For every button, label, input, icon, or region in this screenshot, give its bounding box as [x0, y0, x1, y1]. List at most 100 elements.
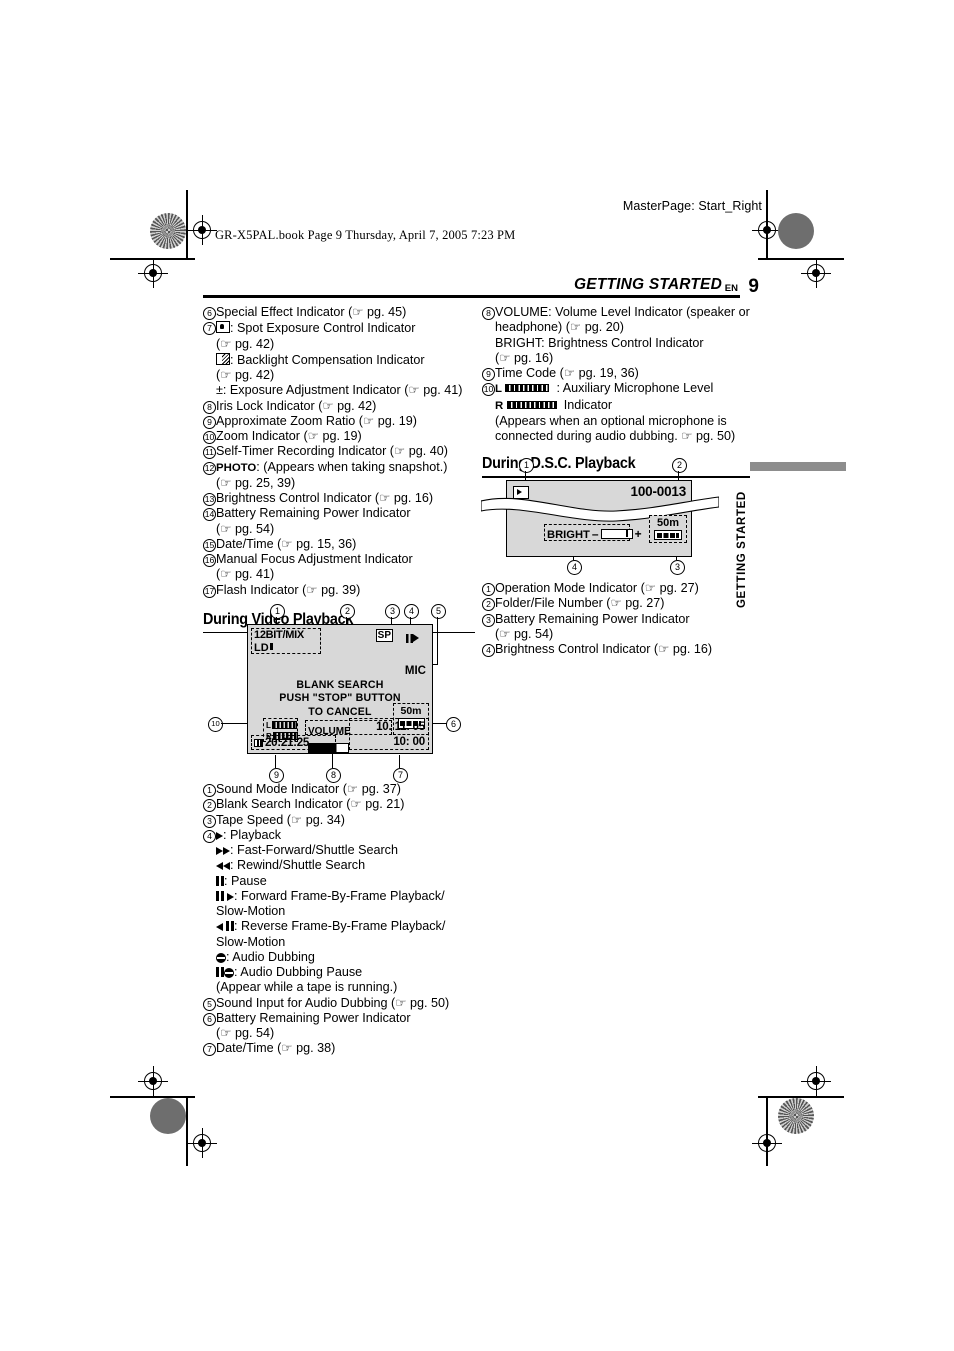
item-text: (☞ pg. 41) — [216, 567, 275, 582]
item-text: L : Auxiliary Microphone Level — [495, 381, 714, 396]
battery-remaining-icon — [654, 530, 682, 540]
indicator-list-continued: 6 Special Effect Indicator (☞ pg. 45) 7: … — [203, 305, 475, 598]
callout-1: 1 — [270, 604, 285, 619]
sound-mode-label: 12BIT/MIX — [254, 629, 304, 641]
item-number: 14 — [203, 508, 216, 522]
color-patch-top-right — [778, 213, 814, 249]
list-item: (☞ pg. 42) — [203, 337, 475, 352]
item-number: 11 — [203, 444, 216, 460]
callout-line — [431, 723, 447, 725]
page-title: GETTING STARTED — [574, 276, 722, 293]
callout-6: 6 — [446, 717, 461, 732]
list-item: 10 L : Auxiliary Microphone Level — [482, 381, 750, 397]
mic-level-icon — [505, 384, 550, 393]
rewind-icon — [223, 862, 230, 871]
item-text: Flash Indicator (☞ pg. 39) — [216, 582, 361, 597]
list-item: (☞ pg. 54) — [203, 522, 475, 537]
callout-line — [399, 755, 401, 768]
item-text: : Fast-Forward/Shuttle Search — [216, 843, 475, 858]
item-text: : Spot Exposure Control Indicator — [216, 320, 475, 336]
list-item: : Rewind/Shuttle Search — [203, 858, 475, 873]
list-item: Slow-Motion — [203, 935, 475, 950]
item-text: Self-Timer Recording Indicator (☞ pg. 40… — [216, 444, 449, 459]
time-code-indicator: 20:21:25 — [251, 735, 336, 750]
list-item: 3 Battery Remaining Power Indicator — [482, 612, 750, 627]
item-number: 17 — [203, 584, 216, 598]
list-item: : Fast-Forward/Shuttle Search — [203, 843, 475, 858]
en-label: EN — [724, 283, 738, 294]
list-item: 16 Manual Focus Adjustment Indicator — [203, 552, 475, 567]
dsc-playback-figure: 1 2 3 4 100-0013 BRIGHT – + 50m — [481, 458, 750, 575]
page-number: 9 — [748, 276, 759, 297]
masterpage-label: MasterPage: Start_Right — [622, 199, 762, 213]
mic-indicator: MIC — [404, 665, 426, 677]
list-item: ±: Exposure Adjustment Indicator (☞ pg. … — [203, 383, 475, 398]
callout-9: 9 — [269, 768, 284, 783]
list-item: R Indicator — [482, 398, 750, 414]
list-item: 3 Tape Speed (☞ pg. 34) — [203, 813, 475, 828]
list-item: 6 Battery Remaining Power Indicator — [203, 1011, 475, 1026]
list-item: headphone) (☞ pg. 20) — [482, 320, 750, 335]
video-playback-list: 1 Sound Mode Indicator (☞ pg. 37) 2 Blank … — [203, 782, 475, 1057]
callout-2: 2 — [340, 604, 355, 619]
pause-icon — [226, 921, 234, 932]
date-label: 10. 11. 05 — [376, 720, 425, 733]
item-text: : Reverse Frame-By-Frame Playback/ — [216, 919, 475, 934]
list-item: : Forward Frame-By-Frame Playback/ — [203, 889, 475, 904]
callout-2: 2 — [672, 458, 687, 473]
bright-label: BRIGHT — [547, 529, 590, 541]
color-patch-bottom-right — [778, 1098, 814, 1134]
crop-line-bottom-right — [758, 1096, 844, 1098]
callout-4: 4 — [404, 604, 419, 619]
item-text: ±: Exposure Adjustment Indicator (☞ pg. … — [216, 383, 463, 398]
left-column: 6 Special Effect Indicator (☞ pg. 45) 7: … — [203, 305, 475, 634]
side-tab-bar — [750, 462, 846, 471]
item-text: : Audio Dubbing Pause — [216, 965, 475, 980]
item-number: 7 — [203, 1041, 216, 1057]
item-text: : Rewind/Shuttle Search — [216, 858, 475, 873]
dsc-lcd-screen: 100-0013 BRIGHT – + 50m — [481, 480, 719, 557]
item-text: BRIGHT: Brightness Control Indicator — [495, 335, 704, 350]
callout-3: 3 — [385, 604, 400, 619]
audio-dub-icon — [224, 968, 234, 978]
video-playback-figure: 1 2 3 4 5 6 7 8 9 10 12BIT/MIX LD SP MIC… — [203, 604, 475, 784]
registration-mark-right-upper — [801, 258, 831, 288]
audio-dub-icon — [216, 952, 226, 963]
header-rule — [203, 295, 740, 298]
list-item: (☞ pg. 25, 39) — [203, 476, 475, 491]
item-text: Slow-Motion — [216, 904, 286, 918]
plus-sign: + — [634, 527, 642, 541]
callout-7: 7 — [393, 768, 408, 783]
item-text: (☞ pg. 54) — [495, 626, 554, 641]
registration-mark-right-lower — [801, 1066, 831, 1096]
item-text: PHOTO: (Appears when taking snapshot.) — [216, 459, 448, 474]
sound-mode-indicator-box: 12BIT/MIX LD — [251, 628, 321, 654]
registration-mark-bottom-left — [187, 1128, 217, 1158]
item-text: Zoom Indicator (☞ pg. 19) — [216, 429, 362, 443]
item-text: Blank Search Indicator (☞ pg. 21) — [216, 797, 405, 812]
item-number: 3 — [482, 612, 495, 627]
item-text: Slow-Motion — [216, 934, 286, 949]
list-item: (☞ pg. 42) — [203, 368, 475, 383]
item-number: 8 — [203, 399, 216, 414]
list-item: connected during audio dubbing. ☞ pg. 50… — [482, 429, 750, 444]
list-item: 8 Iris Lock Indicator (☞ pg. 42) — [203, 399, 475, 414]
pause-icon — [216, 890, 224, 901]
backlight-icon — [216, 352, 230, 365]
list-item: (☞ pg. 54) — [203, 1026, 475, 1041]
callout-line — [275, 755, 277, 768]
list-item: 1 Operation Mode Indicator (☞ pg. 27) — [482, 581, 750, 596]
brightness-slider[interactable] — [600, 529, 633, 539]
tape-speed-indicator: SP — [375, 629, 393, 642]
list-item: : Audio Dubbing Pause — [203, 965, 475, 980]
item-text: (Appears when an optional microphone is — [495, 413, 727, 428]
list-item: 10 Zoom Indicator (☞ pg. 19) — [203, 429, 475, 444]
item-number: 4 — [482, 642, 495, 657]
minus-sign: – — [591, 527, 599, 541]
item-text: Iris Lock Indicator (☞ pg. 42) — [216, 398, 377, 413]
right-column: 8 VOLUME: Volume Level Indicator (speaker… — [482, 305, 750, 478]
list-item: 14 Battery Remaining Power Indicator — [203, 506, 475, 522]
item-number: 4 — [203, 828, 216, 843]
list-item: 12 PHOTO: (Appears when taking snapshot.) — [203, 460, 475, 476]
list-item: 1 Sound Mode Indicator (☞ pg. 37) — [203, 782, 475, 797]
